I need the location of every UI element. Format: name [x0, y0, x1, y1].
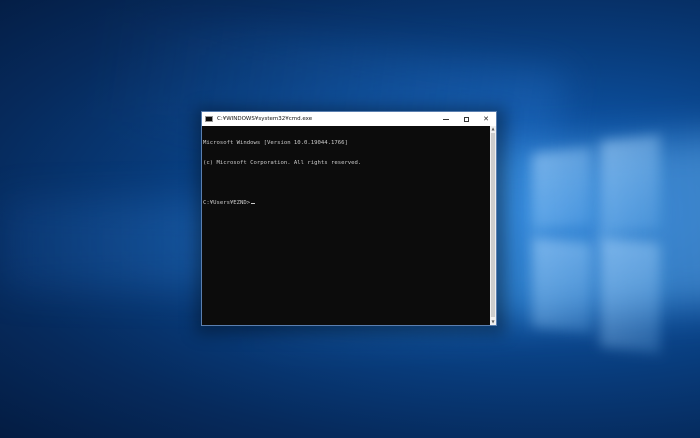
cmd-icon	[205, 116, 213, 122]
console-output[interactable]: Microsoft Windows [Version 10.0.19044.17…	[202, 126, 490, 325]
windows-logo-pane	[600, 236, 660, 354]
minimize-icon	[443, 119, 449, 120]
windows-logo-pane	[532, 146, 592, 232]
window-titlebar[interactable]: C:¥WINDOWS¥system32¥cmd.exe ✕	[202, 112, 496, 126]
scrollbar-thumb[interactable]	[491, 133, 495, 317]
maximize-button[interactable]	[456, 112, 476, 126]
console-line: Microsoft Windows [Version 10.0.19044.17…	[203, 140, 348, 147]
close-icon: ✕	[483, 115, 489, 123]
text-cursor	[251, 202, 256, 204]
maximize-icon	[463, 116, 469, 122]
window-controls: ✕	[436, 112, 496, 126]
scroll-down-icon[interactable]: ▼	[490, 319, 496, 325]
window-title: C:¥WINDOWS¥system32¥cmd.exe	[217, 116, 313, 122]
vertical-scrollbar[interactable]: ▲ ▼	[490, 126, 496, 325]
windows-logo-pane	[600, 134, 660, 236]
scroll-up-icon[interactable]: ▲	[490, 126, 496, 132]
cmd-window[interactable]: C:¥WINDOWS¥system32¥cmd.exe ✕ Microsoft …	[201, 111, 497, 326]
console-prompt-line: C:¥Users¥EZND>	[203, 200, 490, 207]
minimize-button[interactable]	[436, 112, 456, 126]
console-line: (c) Microsoft Corporation. All rights re…	[203, 159, 362, 166]
windows-logo-pane	[532, 236, 592, 334]
close-button[interactable]: ✕	[476, 112, 496, 126]
console-prompt: C:¥Users¥EZND>	[203, 199, 251, 206]
